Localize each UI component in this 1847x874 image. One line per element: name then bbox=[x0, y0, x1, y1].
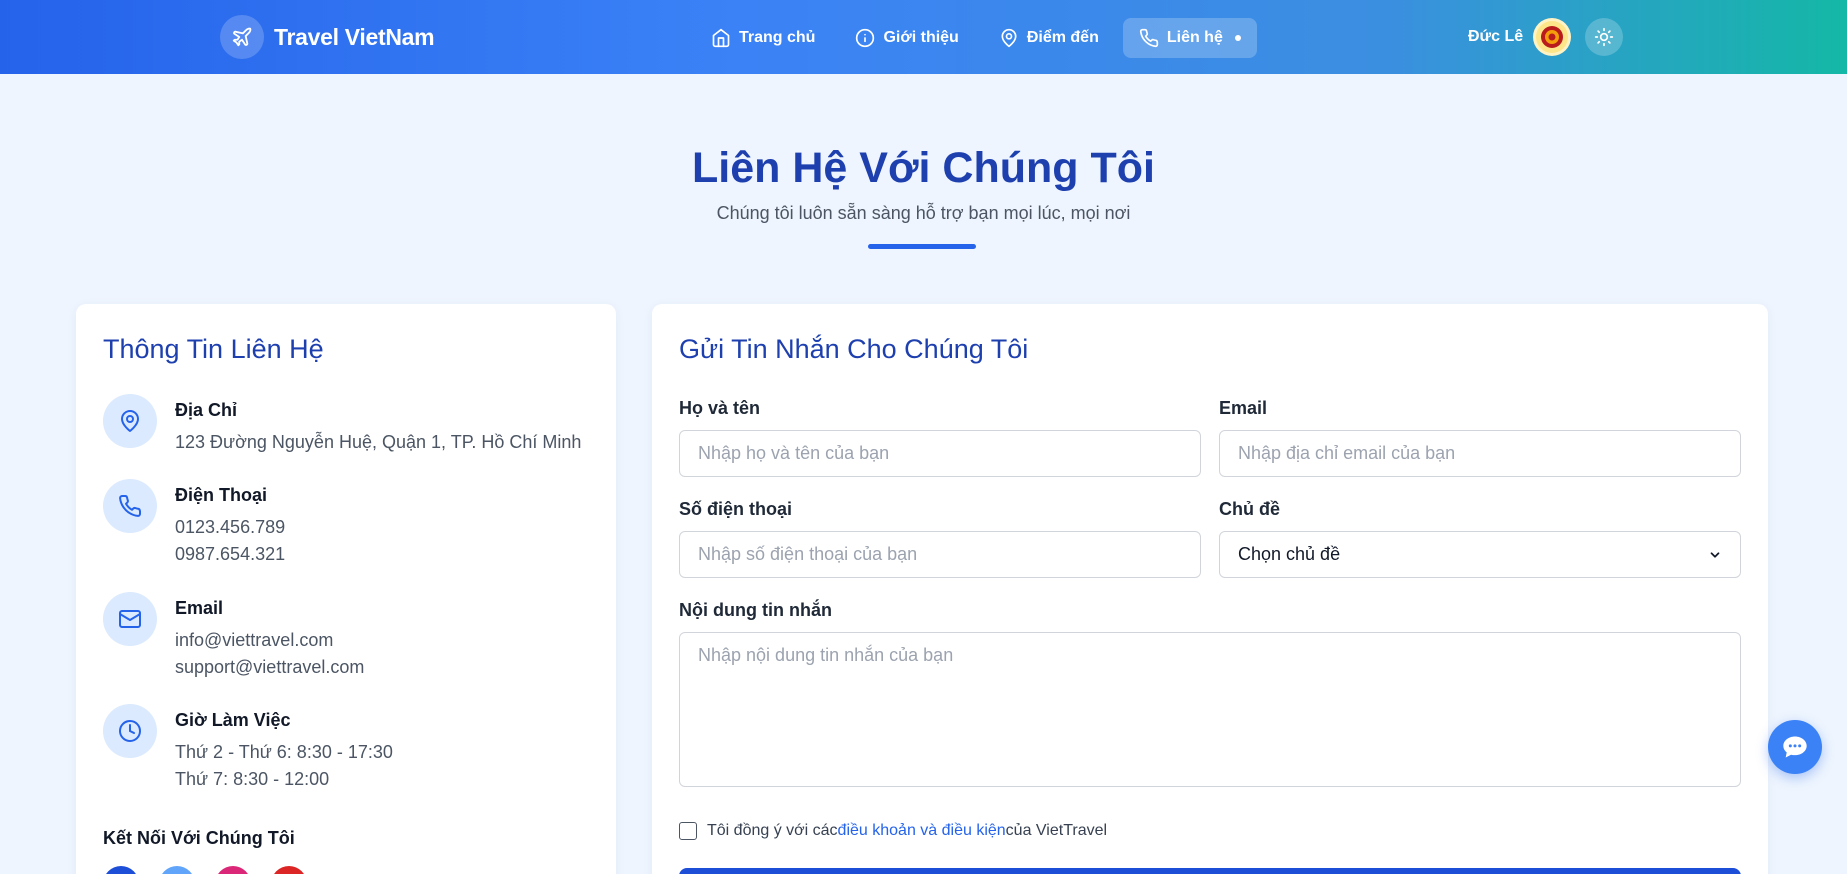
mail-icon bbox=[103, 592, 157, 646]
name-label: Họ và tên bbox=[679, 398, 761, 418]
twitter-icon[interactable] bbox=[159, 866, 195, 874]
user-menu[interactable]: Đức Lê bbox=[1468, 18, 1572, 56]
email-item: Email info@viettravel.com support@viettr… bbox=[103, 592, 364, 681]
active-indicator bbox=[1234, 35, 1241, 41]
address-label: Địa Chỉ bbox=[175, 400, 238, 420]
map-pin-icon bbox=[103, 394, 157, 448]
phone-label: Điện Thoại bbox=[175, 485, 268, 505]
avatar[interactable] bbox=[1533, 18, 1572, 56]
sun-icon bbox=[1594, 27, 1614, 47]
message-textarea[interactable] bbox=[679, 632, 1741, 787]
name-input[interactable] bbox=[679, 430, 1201, 477]
phone-line[interactable]: 0123.456.789 bbox=[175, 514, 285, 541]
hours-line: Thứ 7: 8:30 - 12:00 bbox=[175, 769, 330, 789]
top-navbar: Travel VietNam Trang chủ Giới thiệu Điểm… bbox=[0, 0, 1847, 74]
email-label: Email bbox=[1219, 398, 1268, 418]
terms-checkbox[interactable] bbox=[679, 822, 697, 840]
nav-item-destinations[interactable]: Điểm đến bbox=[983, 18, 1115, 58]
phone-label: Số điện thoại bbox=[679, 499, 793, 519]
brand-logo[interactable]: Travel VietNam bbox=[220, 15, 435, 59]
phone-line[interactable]: 0987.654.321 bbox=[175, 541, 285, 568]
hours-label: Giờ Làm Việc bbox=[175, 710, 291, 730]
nav-item-about[interactable]: Giới thiệu bbox=[839, 18, 974, 58]
page-subtitle: Chúng tôi luôn sẵn sàng hỗ trợ bạn mọi l… bbox=[716, 203, 1131, 223]
nav-item-home[interactable]: Trang chủ bbox=[695, 18, 831, 58]
phone-input[interactable] bbox=[679, 531, 1201, 578]
form-title: Gửi Tin Nhắn Cho Chúng Tôi bbox=[679, 334, 1029, 364]
message-label: Nội dung tin nhắn bbox=[679, 600, 832, 620]
instagram-icon[interactable] bbox=[215, 866, 251, 874]
email-line[interactable]: info@viettravel.com bbox=[175, 627, 364, 654]
theme-toggle-button[interactable] bbox=[1585, 18, 1623, 56]
contact-info-title: Thông Tin Liên Hệ bbox=[103, 334, 324, 364]
airplane-icon bbox=[220, 15, 264, 59]
terms-link[interactable]: điều khoản và điều kiện bbox=[838, 822, 1006, 839]
nav-item-label: Liên hệ bbox=[1166, 29, 1223, 46]
email-line[interactable]: support@viettravel.com bbox=[175, 654, 364, 681]
facebook-icon[interactable] bbox=[103, 866, 139, 874]
page-title: Liên Hệ Với Chúng Tôi bbox=[692, 144, 1155, 192]
topic-select[interactable]: Chọn chủ đề bbox=[1219, 531, 1741, 578]
terms-agreement: Tôi đồng ý với cácđiều khoản và điều kiệ… bbox=[679, 822, 1107, 840]
phone-icon bbox=[103, 479, 157, 533]
nav-item-label: Giới thiệu bbox=[883, 29, 959, 46]
home-icon bbox=[712, 28, 730, 48]
address-line: 123 Đường Nguyễn Huệ, Quận 1, TP. Hồ Chí… bbox=[175, 432, 582, 452]
nav-item-label: Điểm đến bbox=[1026, 29, 1099, 46]
brand-name: Travel VietNam bbox=[274, 23, 435, 50]
nav-item-label: Trang chủ bbox=[739, 29, 816, 46]
user-name: Đức Lê bbox=[1468, 28, 1524, 45]
phone-item: Điện Thoại 0123.456.789 0987.654.321 bbox=[103, 479, 285, 568]
nav-item-contact[interactable]: Liên hệ bbox=[1122, 18, 1257, 58]
map-pin-icon bbox=[1001, 28, 1017, 48]
chat-button[interactable] bbox=[1768, 720, 1822, 774]
contact-info-card: Thông Tin Liên Hệ Địa Chỉ 123 Đường Nguy… bbox=[76, 304, 616, 874]
youtube-icon[interactable] bbox=[271, 866, 307, 874]
terms-suffix: của VietTravel bbox=[1005, 822, 1108, 839]
email-field[interactable] bbox=[1219, 430, 1741, 477]
phone-icon bbox=[1139, 28, 1159, 48]
terms-prefix: Tôi đồng ý với các bbox=[707, 822, 838, 839]
chat-bubble-icon bbox=[1783, 736, 1807, 758]
chevron-down-icon bbox=[1710, 551, 1720, 558]
address-item: Địa Chỉ 123 Đường Nguyễn Huệ, Quận 1, TP… bbox=[103, 394, 581, 456]
topic-label: Chủ đề bbox=[1219, 499, 1280, 519]
hours-line: Thứ 2 - Thứ 6: 8:30 - 17:30 bbox=[175, 742, 393, 762]
submit-button[interactable] bbox=[679, 868, 1741, 874]
clock-icon bbox=[103, 704, 157, 758]
hours-item: Giờ Làm Việc Thứ 2 - Thứ 6: 8:30 - 17:30… bbox=[103, 704, 393, 793]
topic-selected-value: Chọn chủ đề bbox=[1238, 544, 1341, 564]
email-label: Email bbox=[175, 598, 224, 618]
connect-title: Kết Nối Với Chúng Tôi bbox=[103, 828, 295, 848]
info-icon bbox=[856, 28, 875, 48]
title-underline bbox=[868, 244, 976, 249]
main-nav: Trang chủ Giới thiệu Điểm đến Liên hệ bbox=[695, 18, 1257, 58]
contact-form-card: Gửi Tin Nhắn Cho Chúng Tôi Họ và tên Ema… bbox=[652, 304, 1768, 874]
